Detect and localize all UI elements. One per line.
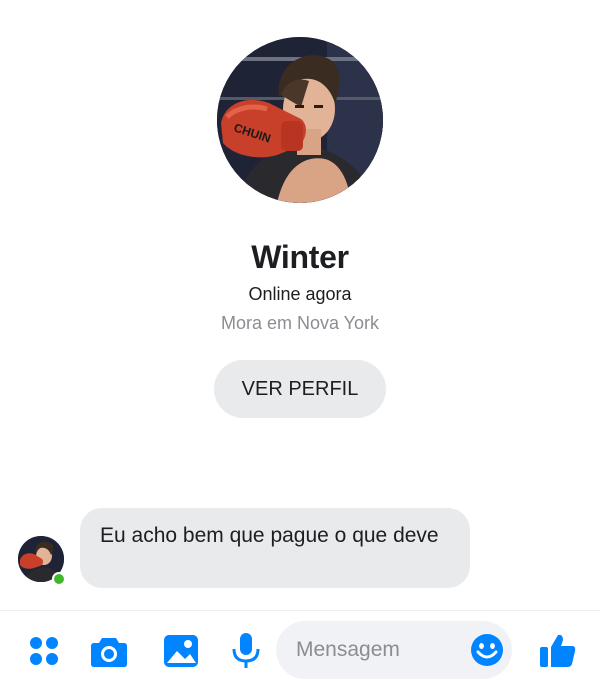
contact-name: Winter xyxy=(251,239,349,275)
emoji-icon[interactable] xyxy=(470,633,504,667)
online-indicator xyxy=(52,572,66,586)
message-input[interactable] xyxy=(296,621,466,679)
profile-avatar[interactable]: CHUIN xyxy=(217,37,383,203)
profile-header: CHUIN Winter Online agora Mora em Nova Y… xyxy=(0,0,600,440)
camera-icon[interactable] xyxy=(89,631,129,671)
contact-location: Mora em Nova York xyxy=(220,313,380,333)
online-status: Online agora xyxy=(248,284,352,304)
composer-bar xyxy=(0,610,600,683)
microphone-icon[interactable] xyxy=(226,631,266,671)
view-profile-button[interactable]: VER PERFIL xyxy=(214,360,386,418)
thumbs-up-icon[interactable] xyxy=(538,631,578,671)
gallery-icon[interactable] xyxy=(161,631,201,671)
message-input-container xyxy=(276,621,512,679)
message-bubble[interactable]: Eu acho bem que pague o que deve xyxy=(80,508,470,588)
apps-icon[interactable] xyxy=(24,631,64,671)
